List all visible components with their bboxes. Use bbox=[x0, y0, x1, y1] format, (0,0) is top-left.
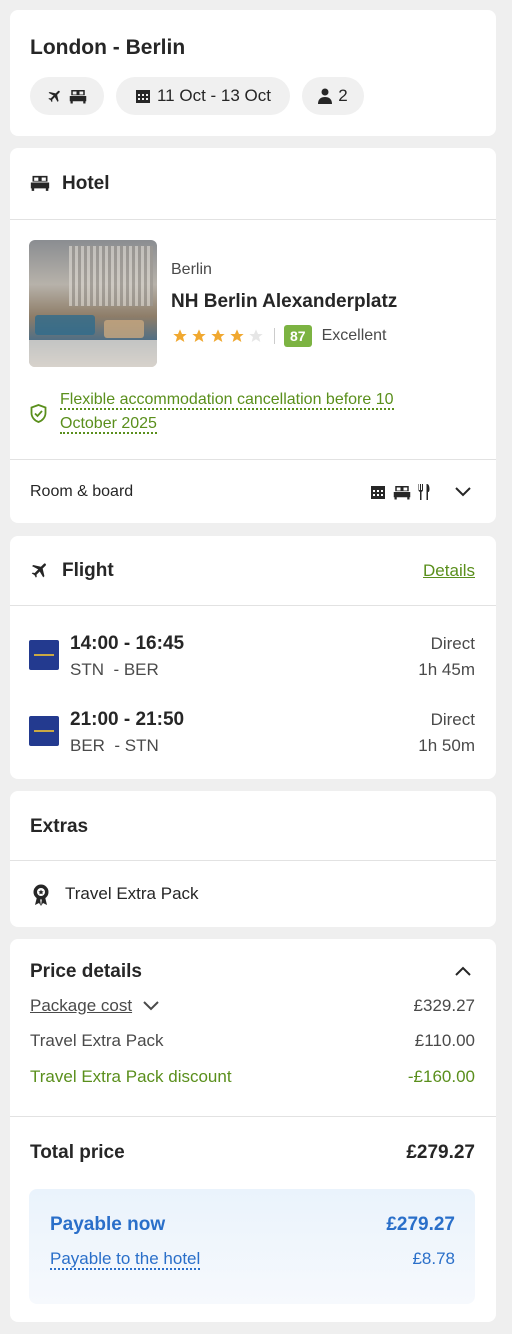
leg-times: 14:00 - 16:45 bbox=[70, 633, 185, 654]
flight-section-title: Flight bbox=[62, 560, 114, 581]
price-section-title: Price details bbox=[30, 961, 142, 982]
leg-type: Direct bbox=[430, 710, 475, 729]
leg-times: 21:00 - 21:50 bbox=[70, 709, 185, 730]
trip-title: London - Berlin bbox=[30, 36, 186, 59]
extras-card: Extras Travel Extra Pack bbox=[10, 791, 496, 927]
payable-now-value: £279.27 bbox=[386, 1214, 455, 1235]
leg-type: Direct bbox=[430, 634, 475, 653]
chevron-up-icon[interactable] bbox=[454, 965, 472, 977]
fork-knife-icon bbox=[418, 484, 430, 500]
extra-pack-value: £110.00 bbox=[414, 1031, 475, 1050]
plane-icon bbox=[48, 90, 60, 103]
payable-hotel-link[interactable]: Payable to the hotel bbox=[50, 1249, 201, 1270]
bed-icon bbox=[30, 175, 50, 191]
flight-details-link[interactable]: Details bbox=[423, 561, 475, 581]
star-empty-icon bbox=[249, 329, 263, 342]
hotel-city: Berlin bbox=[171, 261, 212, 278]
plane-icon bbox=[31, 563, 46, 578]
star-icon bbox=[173, 329, 187, 342]
room-board-icons bbox=[370, 484, 430, 500]
chevron-down-icon bbox=[143, 1001, 159, 1011]
travellers-pill[interactable]: 2 bbox=[302, 77, 364, 115]
calendar-icon bbox=[135, 90, 150, 103]
payable-hotel-value: £8.78 bbox=[412, 1249, 455, 1268]
dates-pill[interactable]: 11 Oct - 13 Oct bbox=[116, 77, 290, 115]
star-icon bbox=[211, 329, 225, 342]
leg-route: STN - BER bbox=[70, 660, 159, 679]
payable-hotel-label: Payable to the hotel bbox=[50, 1249, 201, 1270]
hotel-card: Hotel Berlin NH Berlin Alexanderplatz 87… bbox=[10, 148, 496, 523]
divider bbox=[10, 459, 496, 460]
score-badge: 87 bbox=[284, 325, 312, 347]
person-icon bbox=[318, 88, 333, 104]
payable-box: Payable now £279.27 Payable to the hotel… bbox=[29, 1189, 475, 1304]
package-cost-value: £329.27 bbox=[413, 996, 475, 1015]
rating-separator bbox=[274, 328, 275, 344]
price-card: Price details Package cost £329.27 Trave… bbox=[10, 939, 496, 1322]
divider bbox=[10, 1116, 496, 1117]
extras-item: Travel Extra Pack bbox=[65, 884, 199, 903]
cancellation-policy-link[interactable]: Flexible accommodation cancellation befo… bbox=[60, 388, 450, 436]
travellers-count: 2 bbox=[338, 86, 348, 105]
bed-icon bbox=[69, 90, 87, 104]
cancellation-text: Flexible accommodation cancellation befo… bbox=[60, 391, 394, 434]
room-board-label: Room & board bbox=[30, 483, 134, 500]
chevron-down-icon[interactable] bbox=[454, 486, 472, 498]
calendar-icon bbox=[371, 486, 385, 499]
airline-logo bbox=[29, 716, 59, 746]
bed-icon bbox=[393, 486, 411, 500]
divider bbox=[10, 860, 496, 861]
shield-check-icon bbox=[30, 404, 47, 423]
payable-now-label: Payable now bbox=[50, 1214, 166, 1235]
total-price-label: Total price bbox=[30, 1142, 125, 1163]
discount-label: Travel Extra Pack discount bbox=[30, 1067, 232, 1086]
hotel-star-rating: 87 Excellent bbox=[172, 325, 387, 347]
hotel-section-title: Hotel bbox=[62, 173, 110, 194]
leg-duration: 1h 45m bbox=[418, 660, 475, 679]
package-cost-label: Package cost bbox=[30, 996, 133, 1015]
trip-summary-card: London - Berlin 11 Oct - 13 Oct 2 bbox=[10, 10, 496, 136]
trip-type-pill[interactable] bbox=[30, 77, 104, 115]
hotel-photo[interactable] bbox=[29, 240, 157, 367]
divider bbox=[10, 605, 496, 606]
airline-logo bbox=[29, 640, 59, 670]
extra-pack-label: Travel Extra Pack bbox=[30, 1031, 164, 1050]
star-icon bbox=[230, 329, 244, 342]
leg-duration: 1h 50m bbox=[418, 736, 475, 755]
leg-route: BER - STN bbox=[70, 736, 159, 755]
discount-value: -£160.00 bbox=[407, 1067, 475, 1086]
badge-award-icon bbox=[33, 884, 49, 906]
package-cost-toggle[interactable]: Package cost bbox=[30, 996, 160, 1016]
score-label: Excellent bbox=[321, 327, 387, 344]
flight-card: Flight Details 14:00 - 16:45 STN - BER D… bbox=[10, 536, 496, 779]
divider bbox=[10, 219, 496, 220]
hotel-name[interactable]: NH Berlin Alexanderplatz bbox=[171, 291, 397, 313]
dates-text: 11 Oct - 13 Oct bbox=[156, 86, 271, 105]
extras-section-title: Extras bbox=[30, 816, 89, 837]
star-icon bbox=[192, 329, 206, 342]
total-price-value: £279.27 bbox=[406, 1142, 475, 1163]
